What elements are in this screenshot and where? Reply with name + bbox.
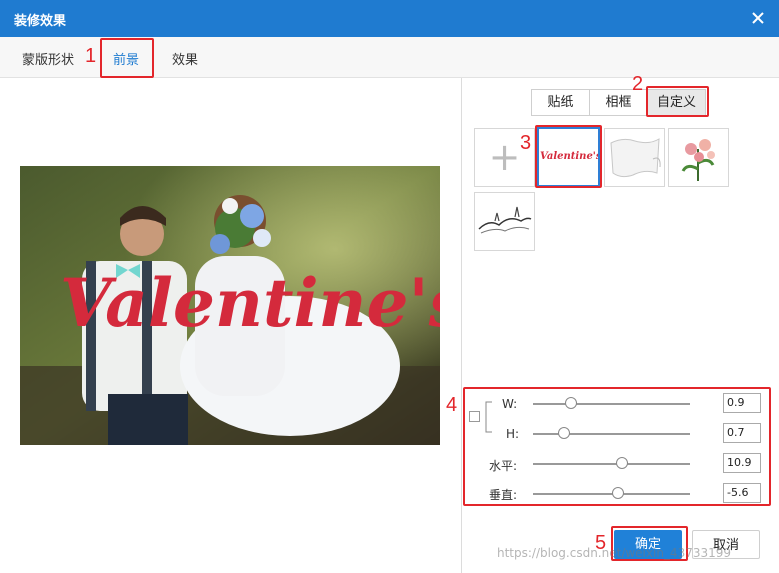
width-label: W: (502, 397, 518, 411)
torn-frame-image (610, 138, 661, 178)
annotation-number-3: 3 (520, 132, 532, 154)
transform-sliders: W: 0.9 H: 0.7 水平: 10.9 垂直: -5.6 (465, 388, 770, 505)
annotation-number-1: 1 (85, 45, 97, 67)
link-bracket-icon (485, 401, 492, 433)
lock-ratio-checkbox[interactable] (469, 411, 480, 422)
horizontal-slider-knob[interactable] (616, 457, 629, 469)
tab-effect[interactable]: 效果 (172, 49, 198, 68)
height-label: H: (506, 427, 520, 441)
height-input[interactable]: 0.7 (723, 423, 761, 443)
preview-overlay-text: Valentine's (60, 264, 440, 342)
width-input[interactable]: 0.9 (723, 393, 761, 413)
ink-landscape-image (478, 206, 532, 234)
horizontal-slider-track[interactable] (533, 463, 690, 465)
thumbnail-ink-landscape[interactable] (474, 192, 535, 251)
annotation-number-2: 2 (632, 73, 644, 95)
decoration-effect-dialog: 装修效果 蒙版形状 前景 效果 1 Valentine's 贴纸 相框 自定义 … (0, 0, 779, 573)
vertical-input[interactable]: -5.6 (723, 483, 761, 503)
title-bar: 装修效果 (0, 0, 779, 37)
roses-image (681, 139, 715, 181)
thumbnail-valentines-text: Valentine's (540, 151, 600, 162)
subtab-sticker[interactable]: 贴纸 (531, 89, 590, 116)
close-icon[interactable] (747, 7, 769, 29)
subtab-custom[interactable]: 自定义 (647, 89, 706, 116)
horizontal-label: 水平: (489, 459, 518, 473)
annotation-number-4: 4 (446, 394, 458, 416)
width-slider-track[interactable] (533, 403, 690, 405)
height-slider-track[interactable] (533, 433, 690, 435)
vertical-divider (461, 78, 462, 573)
foreground-subtabs: 贴纸 相框 自定义 (531, 89, 706, 116)
vertical-slider-knob[interactable] (611, 487, 624, 499)
tab-foreground[interactable]: 前景 (113, 49, 139, 68)
thumbnail-torn-frame[interactable] (604, 128, 665, 187)
thumbnail-roses[interactable] (668, 128, 729, 187)
horizontal-input[interactable]: 10.9 (723, 453, 761, 473)
width-slider-knob[interactable] (564, 397, 577, 409)
vertical-label: 垂直: (489, 488, 518, 502)
preview-photo: Valentine's (20, 166, 440, 445)
dialog-title: 装修效果 (14, 14, 67, 29)
tab-bar: 蒙版形状 前景 效果 (0, 37, 779, 78)
preview-image: Valentine's (20, 166, 440, 445)
watermark-text: https://blog.csdn.net/weixin_43733199 (497, 546, 732, 560)
height-slider-knob[interactable] (558, 427, 571, 439)
thumbnail-valentines[interactable]: Valentine's (537, 127, 600, 187)
tab-mask-shape[interactable]: 蒙版形状 (22, 49, 74, 68)
